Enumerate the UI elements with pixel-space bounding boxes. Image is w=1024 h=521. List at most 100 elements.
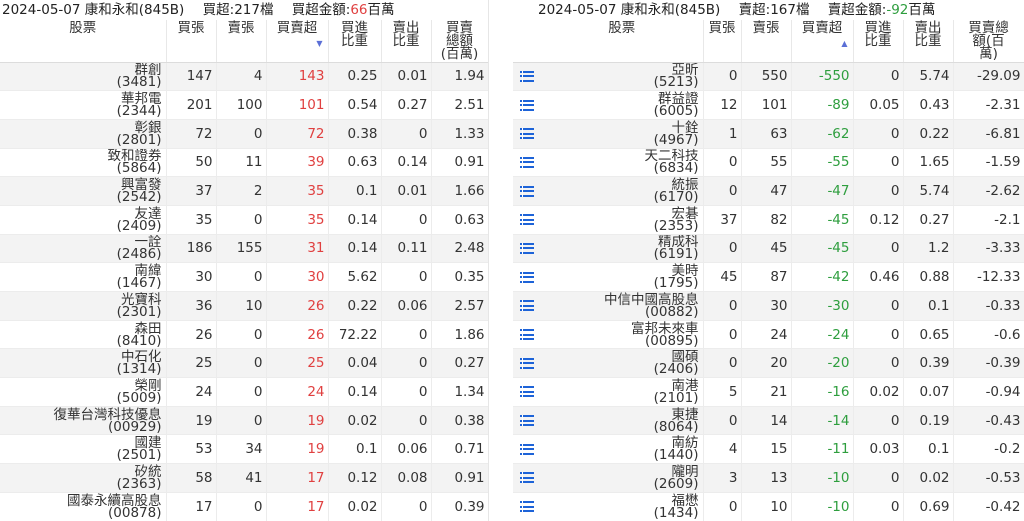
row-detail-cell[interactable] xyxy=(513,291,541,321)
stock-cell[interactable]: 致和證券 (5864) xyxy=(0,148,167,178)
col-header-stock[interactable]: 股票 xyxy=(541,20,704,63)
stock-cell[interactable]: 亞昕 (5213) xyxy=(541,62,704,92)
stock-cell[interactable]: 統振 (6170) xyxy=(541,176,704,206)
table-row[interactable]: 榮剛 (5009) 24 0 24 0.14 0 1.34 xyxy=(0,377,488,407)
table-row[interactable]: 福懋 (1434) 0 10 -10 0 0.69 -0.42 xyxy=(513,492,1024,521)
stock-cell[interactable]: 美時 (1795) xyxy=(541,262,704,292)
row-detail-cell[interactable] xyxy=(513,176,541,206)
table-row[interactable]: 森田 (8410) 26 0 26 72.22 0 1.86 xyxy=(0,320,488,350)
stock-cell[interactable]: 天二科技 (6834) xyxy=(541,148,704,178)
table-row[interactable]: 國建 (2501) 53 34 19 0.1 0.06 0.71 xyxy=(0,434,488,465)
list-icon[interactable] xyxy=(520,300,534,312)
col-header-sell-pct[interactable]: 賣出比重 xyxy=(381,20,432,63)
table-row[interactable]: 中石化 (1314) 25 0 25 0.04 0 0.27 xyxy=(0,348,488,379)
stock-cell[interactable]: 精成科 (6191) xyxy=(541,234,704,264)
col-header-sell[interactable]: 賣張 xyxy=(741,20,792,63)
list-icon[interactable] xyxy=(520,443,534,455)
col-header-buy-pct[interactable]: 買進比重 xyxy=(328,20,382,63)
list-icon[interactable] xyxy=(520,214,534,226)
list-icon[interactable] xyxy=(520,156,534,168)
row-detail-cell[interactable] xyxy=(513,262,541,292)
row-detail-cell[interactable] xyxy=(513,463,541,493)
stock-cell[interactable]: 十銓 (4967) xyxy=(541,119,704,149)
row-detail-cell[interactable] xyxy=(513,348,541,379)
table-row[interactable]: 南紡 (1440) 4 15 -11 0.03 0.1 -0.2 xyxy=(513,434,1024,465)
list-icon[interactable] xyxy=(520,271,534,283)
list-icon[interactable] xyxy=(520,415,534,427)
row-detail-cell[interactable] xyxy=(513,119,541,149)
list-icon[interactable] xyxy=(520,386,534,398)
table-row[interactable]: 矽統 (2363) 58 41 17 0.12 0.08 0.91 xyxy=(0,463,488,493)
table-row[interactable]: 南港 (2101) 5 21 -16 0.02 0.07 -0.94 xyxy=(513,377,1024,407)
list-icon[interactable] xyxy=(520,242,534,254)
stock-cell[interactable]: 群益證 (6005) xyxy=(541,90,704,120)
list-icon[interactable] xyxy=(520,70,534,82)
stock-cell[interactable]: 隴明 (2609) xyxy=(541,463,704,493)
table-row[interactable]: 宏碁 (2353) 37 82 -45 0.12 0.27 -2.1 xyxy=(513,205,1024,235)
table-row[interactable]: 友達 (2409) 35 0 35 0.14 0 0.63 xyxy=(0,205,488,235)
table-row[interactable]: 致和證券 (5864) 50 11 39 0.63 0.14 0.91 xyxy=(0,148,488,178)
stock-cell[interactable]: 彰銀 (2801) xyxy=(0,119,167,149)
table-row[interactable]: 統振 (6170) 0 47 -47 0 5.74 -2.62 xyxy=(513,176,1024,206)
stock-cell[interactable]: 光寶科 (2301) xyxy=(0,291,167,321)
table-row[interactable]: 群益證 (6005) 12 101 -89 0.05 0.43 -2.31 xyxy=(513,90,1024,120)
list-icon[interactable] xyxy=(520,128,534,140)
stock-cell[interactable]: 南緯 (1467) xyxy=(0,262,167,292)
list-icon[interactable] xyxy=(520,501,534,513)
stock-cell[interactable]: 華邦電 (2344) xyxy=(0,90,167,120)
table-row[interactable]: 東捷 (8064) 0 14 -14 0 0.19 -0.43 xyxy=(513,406,1024,436)
table-row[interactable]: 十銓 (4967) 1 63 -62 0 0.22 -6.81 xyxy=(513,119,1024,149)
list-icon[interactable] xyxy=(520,472,534,484)
table-row[interactable]: 國碩 (2406) 0 20 -20 0 0.39 -0.39 xyxy=(513,348,1024,379)
stock-cell[interactable]: 南港 (2101) xyxy=(541,377,704,407)
list-icon[interactable] xyxy=(520,99,534,111)
table-row[interactable]: 興富發 (2542) 37 2 35 0.1 0.01 1.66 xyxy=(0,176,488,206)
stock-cell[interactable]: 東捷 (8064) xyxy=(541,406,704,436)
row-detail-cell[interactable] xyxy=(513,377,541,407)
row-detail-cell[interactable] xyxy=(513,234,541,264)
list-icon[interactable] xyxy=(520,185,534,197)
table-row[interactable]: 華邦電 (2344) 201 100 101 0.54 0.27 2.51 xyxy=(0,90,488,120)
stock-cell[interactable]: 一詮 (2486) xyxy=(0,234,167,264)
stock-cell[interactable]: 國建 (2501) xyxy=(0,434,167,465)
table-row[interactable]: 中信中國高股息 (00882) 0 30 -30 0 0.1 -0.33 xyxy=(513,291,1024,321)
table-row[interactable]: 精成科 (6191) 0 45 -45 0 1.2 -3.33 xyxy=(513,234,1024,264)
stock-cell[interactable]: 榮剛 (5009) xyxy=(0,377,167,407)
col-header-sell-pct[interactable]: 賣出比重 xyxy=(903,20,954,63)
row-detail-cell[interactable] xyxy=(513,90,541,120)
stock-cell[interactable]: 宏碁 (2353) xyxy=(541,205,704,235)
row-detail-cell[interactable] xyxy=(513,492,541,521)
stock-cell[interactable]: 中石化 (1314) xyxy=(0,348,167,379)
row-detail-cell[interactable] xyxy=(513,205,541,235)
table-row[interactable]: 群創 (3481) 147 4 143 0.25 0.01 1.94 xyxy=(0,62,488,92)
col-header-buy-pct[interactable]: 買進比重 xyxy=(853,20,904,63)
col-header-buy[interactable]: 買張 xyxy=(703,20,742,63)
table-row[interactable]: 富邦未來車 (00895) 0 24 -24 0 0.65 -0.6 xyxy=(513,320,1024,350)
col-header-stock[interactable]: 股票 xyxy=(0,20,167,63)
row-detail-cell[interactable] xyxy=(513,434,541,465)
table-row[interactable]: 隴明 (2609) 3 13 -10 0 0.02 -0.53 xyxy=(513,463,1024,493)
col-header-sell[interactable]: 賣張 xyxy=(216,20,267,63)
stock-cell[interactable]: 友達 (2409) xyxy=(0,205,167,235)
table-row[interactable]: 復華台灣科技優息 (00929) 19 0 19 0.02 0 0.38 xyxy=(0,406,488,436)
stock-cell[interactable]: 復華台灣科技優息 (00929) xyxy=(0,406,167,436)
row-detail-cell[interactable] xyxy=(513,406,541,436)
row-detail-cell[interactable] xyxy=(513,320,541,350)
col-header-total[interactable]: 買賣總額(百萬) xyxy=(431,20,488,63)
stock-cell[interactable]: 群創 (3481) xyxy=(0,62,167,92)
col-header-buy[interactable]: 買張 xyxy=(166,20,217,63)
col-header-net[interactable]: 買賣超 ▼ xyxy=(266,20,329,63)
table-row[interactable]: 國泰永續高股息 (00878) 17 0 17 0.02 0 0.39 xyxy=(0,492,488,521)
stock-cell[interactable]: 國泰永續高股息 (00878) xyxy=(0,492,167,521)
table-row[interactable]: 亞昕 (5213) 0 550 -550 0 5.74 -29.09 xyxy=(513,62,1024,92)
table-row[interactable]: 天二科技 (6834) 0 55 -55 0 1.65 -1.59 xyxy=(513,148,1024,178)
table-row[interactable]: 光寶科 (2301) 36 10 26 0.22 0.06 2.57 xyxy=(0,291,488,321)
table-row[interactable]: 一詮 (2486) 186 155 31 0.14 0.11 2.48 xyxy=(0,234,488,264)
stock-cell[interactable]: 矽統 (2363) xyxy=(0,463,167,493)
stock-cell[interactable]: 中信中國高股息 (00882) xyxy=(541,291,704,321)
stock-cell[interactable]: 森田 (8410) xyxy=(0,320,167,350)
row-detail-cell[interactable] xyxy=(513,62,541,92)
row-detail-cell[interactable] xyxy=(513,148,541,178)
list-icon[interactable] xyxy=(520,329,534,341)
stock-cell[interactable]: 興富發 (2542) xyxy=(0,176,167,206)
